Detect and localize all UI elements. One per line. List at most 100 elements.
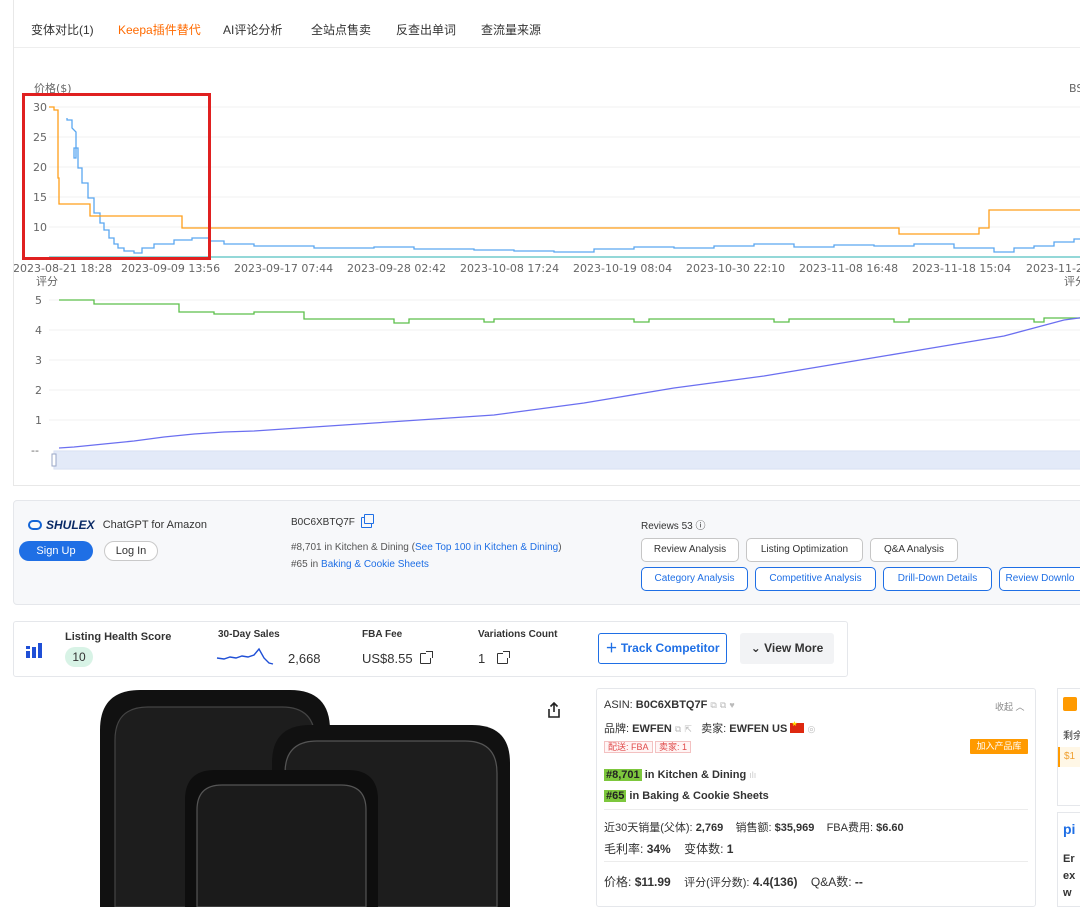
info-brand-row: 品牌: EWFEN ⧉ ⇱ 卖家: EWFEN US ◎ bbox=[604, 720, 815, 736]
brand-link[interactable]: EWFEN bbox=[632, 723, 672, 735]
collapse-label: 收起 bbox=[995, 702, 1014, 712]
login-button[interactable]: Log In bbox=[104, 541, 158, 561]
rank1-category-link[interactable]: Kitchen & Dining bbox=[658, 769, 747, 781]
price-ticks: 30 25 20 15 10 bbox=[33, 101, 47, 234]
copy-icon[interactable]: ⧉ bbox=[720, 700, 726, 710]
external-link-icon[interactable] bbox=[420, 651, 433, 664]
shulex-rank-1-suffix: ) bbox=[558, 542, 562, 553]
chevron-down-icon: ⌄ bbox=[750, 641, 761, 655]
chip-review-download[interactable]: Review Downlo bbox=[999, 567, 1080, 591]
signup-button[interactable]: Sign Up bbox=[19, 541, 93, 561]
rating-label: 评分(评分数): bbox=[684, 877, 750, 889]
shulex-rank-2: #65 in Baking & Cookie Sheets bbox=[291, 559, 429, 570]
date-tick-5: 2023-10-19 08:04 bbox=[573, 262, 672, 275]
review-count-line bbox=[58, 317, 1080, 449]
date-tick-4: 2023-10-08 17:24 bbox=[460, 262, 559, 275]
info-sales-row: 近30天销量(父体): 2,769 销售额: $35,969 FBA费用: $6… bbox=[604, 819, 904, 835]
side-remaining-label: 剩余 bbox=[1063, 731, 1080, 742]
divider bbox=[604, 809, 1028, 810]
tab-reverse-keywords[interactable]: 反查出单词 bbox=[396, 21, 456, 38]
view-more-label: View More bbox=[764, 641, 824, 655]
price-tick-30: 30 bbox=[33, 101, 47, 114]
rating-axis-label: 评分 bbox=[36, 275, 58, 288]
see-top-100-link[interactable]: See Top 100 in Kitchen & Dining bbox=[415, 542, 558, 553]
tab-keepa[interactable]: Keepa插件替代 bbox=[118, 21, 201, 38]
collapse-toggle[interactable]: 收起 ︿ bbox=[995, 700, 1025, 713]
tab-variant-compare[interactable]: 变体对比(1) bbox=[31, 21, 94, 38]
tab-all-sites[interactable]: 全站点售卖 bbox=[311, 21, 371, 38]
health-score-value: 10 bbox=[65, 647, 93, 667]
copy-icon[interactable]: ⧉ bbox=[710, 700, 716, 710]
date-tick-7: 2023-11-08 16:48 bbox=[799, 262, 898, 275]
seller-link[interactable]: EWFEN US bbox=[729, 723, 787, 735]
shulex-asin-value: B0C6XBTQ7F bbox=[291, 517, 355, 528]
chip-qa-analysis[interactable]: Q&A Analysis bbox=[870, 538, 958, 562]
rating-tick-4: 4 bbox=[35, 324, 42, 337]
price-value: $11.99 bbox=[634, 875, 671, 889]
info-icon[interactable]: ⓘ bbox=[695, 521, 705, 532]
divider bbox=[604, 861, 1028, 862]
chip-listing-optimization[interactable]: Listing Optimization bbox=[746, 538, 863, 562]
copy-icon[interactable] bbox=[360, 514, 374, 528]
price-tick-20: 20 bbox=[33, 161, 47, 174]
variations-label: Variations Count bbox=[478, 629, 558, 640]
date-tick-0: 2023-08-21 18:28 bbox=[14, 262, 112, 275]
price-axis-label: 价格($) bbox=[34, 81, 72, 95]
rating-tick-1: 1 bbox=[35, 414, 42, 427]
shulex-asin: B0C6XBTQ7F bbox=[291, 514, 374, 528]
plus-icon: ＋ bbox=[605, 641, 618, 655]
side-panel-top: 剩余 $1 bbox=[1057, 688, 1080, 806]
rating-tick-2: 2 bbox=[35, 384, 42, 397]
view-more-button[interactable]: ⌄ View More bbox=[740, 633, 834, 664]
location-icon[interactable]: ◎ bbox=[807, 724, 815, 734]
china-flag-icon bbox=[790, 720, 805, 733]
asin-value: B0C6XBTQ7F bbox=[635, 699, 708, 711]
range-slider-handle-left[interactable] bbox=[51, 453, 57, 467]
variant-label: 变体数: bbox=[684, 842, 724, 856]
tab-traffic-source[interactable]: 查流量来源 bbox=[481, 21, 541, 38]
shulex-rank-1: #8,701 in Kitchen & Dining (See Top 100 … bbox=[291, 542, 562, 553]
rating-line bbox=[59, 299, 1080, 324]
track-competitor-button[interactable]: ＋ Track Competitor bbox=[598, 633, 727, 664]
fba-value: $6.60 bbox=[876, 822, 904, 834]
add-to-library-button[interactable]: 加入产品库 bbox=[970, 739, 1028, 754]
range-slider-window[interactable] bbox=[54, 451, 1080, 469]
price-tick-10: 10 bbox=[33, 221, 47, 234]
share-icon[interactable]: ⇱ bbox=[684, 724, 692, 734]
copy-icon[interactable]: ⧉ bbox=[675, 724, 681, 734]
price-tick-15: 15 bbox=[33, 191, 47, 204]
seller-label: 卖家: bbox=[701, 723, 727, 735]
sales-value: 2,668 bbox=[288, 651, 321, 666]
info-rank2-row: #65 in Baking & Cookie Sheets bbox=[604, 790, 769, 802]
qa-label: Q&A数: bbox=[810, 875, 852, 889]
side-text-1: Er bbox=[1063, 853, 1075, 865]
rank2-category-link[interactable]: Baking & Cookie Sheets bbox=[642, 790, 769, 802]
chip-review-analysis[interactable]: Review Analysis bbox=[641, 538, 739, 562]
rank1-in: in bbox=[644, 769, 655, 781]
share-icon[interactable] bbox=[547, 702, 561, 718]
variations-value: 1 bbox=[478, 651, 486, 666]
fba-fee-value: US$8.55 bbox=[362, 651, 413, 666]
date-tick-1: 2023-09-09 13:56 bbox=[121, 262, 220, 275]
bsr-line bbox=[66, 118, 1080, 254]
product-image[interactable] bbox=[60, 685, 530, 907]
price-tick-25: 25 bbox=[33, 131, 47, 144]
shulex-logo: SHULEX ChatGPT for Amazon bbox=[28, 518, 207, 532]
shulex-brand: SHULEX bbox=[46, 518, 95, 532]
heart-icon[interactable]: ♥ bbox=[729, 700, 734, 710]
date-tick-6: 2023-10-30 22:10 bbox=[686, 262, 785, 275]
external-link-icon[interactable] bbox=[497, 651, 510, 664]
date-axis: 2023-08-21 18:28 2023-09-09 13:56 2023-0… bbox=[14, 262, 1080, 275]
tab-bar: 变体对比(1) Keepa插件替代 AI评论分析 全站点售卖 反查出单词 查流量… bbox=[14, 0, 1080, 48]
date-tick-2: 2023-09-17 07:44 bbox=[234, 262, 333, 275]
chip-drilldown-details[interactable]: Drill-Down Details bbox=[883, 567, 992, 591]
chip-competitive-analysis[interactable]: Competitive Analysis bbox=[755, 567, 876, 591]
side-text-2: ex bbox=[1063, 870, 1076, 882]
sales-label: 30-Day Sales bbox=[218, 629, 280, 640]
tab-ai-review[interactable]: AI评论分析 bbox=[223, 21, 282, 38]
bar-chart-icon[interactable]: ılı bbox=[749, 770, 756, 780]
shulex-logo-icon bbox=[28, 520, 42, 530]
baking-category-link[interactable]: Baking & Cookie Sheets bbox=[321, 559, 429, 570]
chip-category-analysis[interactable]: Category Analysis bbox=[641, 567, 748, 591]
revenue-value: $35,969 bbox=[774, 822, 815, 834]
